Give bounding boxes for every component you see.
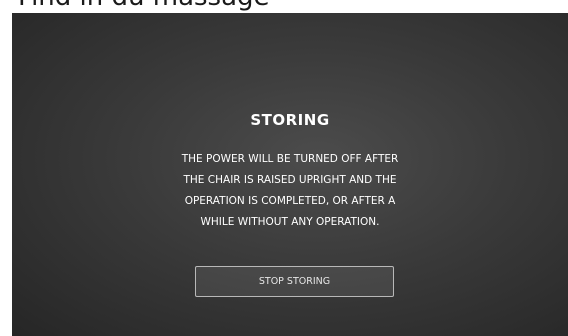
message-line: THE CHAIR IS RAISED UPRIGHT AND THE <box>183 174 397 186</box>
chair-control-screen: STORING THE POWER WILL BE TURNED OFF AFT… <box>12 13 568 336</box>
message-line: OPERATION IS COMPLETED, OR AFTER A <box>184 195 396 207</box>
message-line: THE POWER WILL BE TURNED OFF AFTER <box>181 153 399 165</box>
stop-storing-button[interactable]: STOP STORING <box>195 266 394 297</box>
message-line: WHILE WITHOUT ANY OPERATION. <box>200 216 380 228</box>
storing-dialog: STORING THE POWER WILL BE TURNED OFF AFT… <box>12 13 568 336</box>
page: Find in du massage STORING THE POWER WIL… <box>0 0 568 336</box>
dialog-title: STORING <box>250 111 330 129</box>
dialog-message: THE POWER WILL BE TURNED OFF AFTER THE C… <box>160 149 420 233</box>
page-caption: Find in du massage <box>0 0 568 13</box>
